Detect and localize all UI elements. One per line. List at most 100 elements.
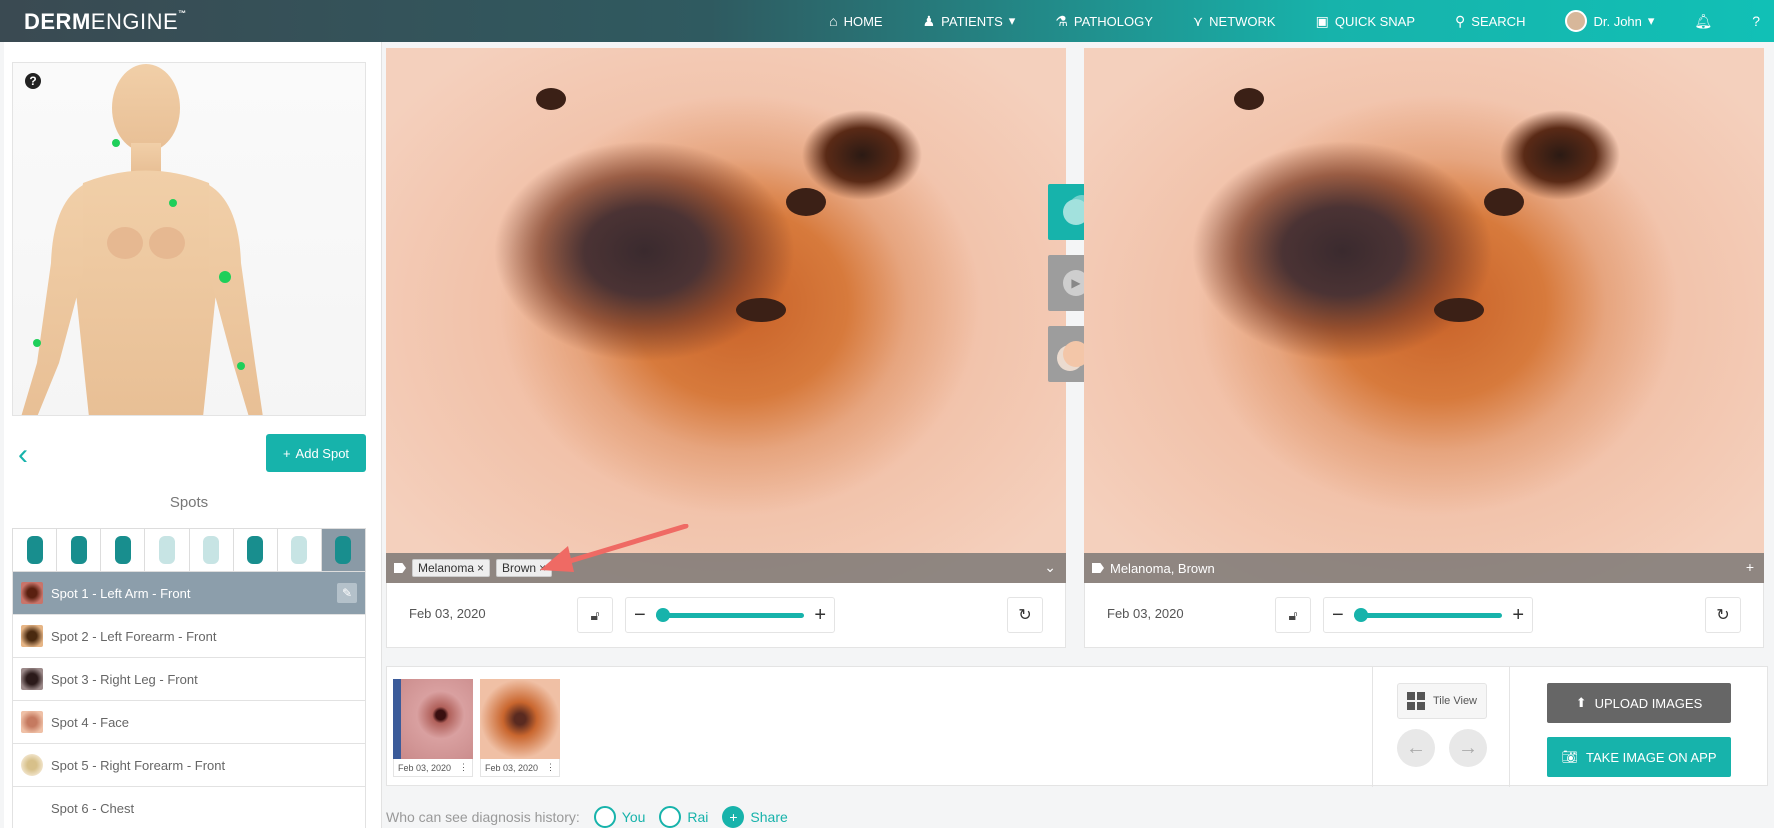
- region-torso[interactable]: [57, 529, 102, 571]
- nav-network[interactable]: ⋎ NETWORK: [1193, 13, 1276, 30]
- visibility-you[interactable]: You: [593, 806, 646, 828]
- zoom-slider[interactable]: [655, 607, 805, 622]
- viewer-controls: Feb 03, 2020 🔓︎ − + ↻: [386, 583, 1066, 648]
- plus-icon[interactable]: +: [1746, 559, 1754, 575]
- home-icon: ⌂: [829, 13, 838, 29]
- nav-pathology[interactable]: ⚗ PATHOLOGY: [1055, 13, 1153, 30]
- main-nav: ⌂ HOME ♟ PATIENTS ▾ ⚗ PATHOLOGY ⋎ NETWORK ▣ QU…: [789, 0, 1760, 42]
- brand-tm: ™: [178, 9, 187, 18]
- image-strip-panel: Feb 03, 2020 ⋮ Feb 03, 2020 ⋮ Tile View ← …: [386, 666, 1768, 787]
- viewer-controls: Feb 03, 2020 🔓︎ − + ↻: [1084, 583, 1764, 648]
- lock-button[interactable]: 🔓︎: [1275, 597, 1311, 633]
- back-chevron-icon[interactable]: ‹: [18, 440, 28, 470]
- tag-chip-label: Brown: [502, 561, 537, 575]
- help-icon[interactable]: ?: [25, 73, 41, 89]
- spot-label: Spot 2 - Left Forearm - Front: [51, 628, 217, 644]
- notifications-button[interactable]: 🔔︎: [1694, 13, 1712, 30]
- tile-view-button[interactable]: Tile View: [1397, 683, 1487, 719]
- tile-view-label: Tile View: [1432, 695, 1478, 707]
- microscope-icon: ⚗: [1055, 12, 1068, 29]
- list-item[interactable]: Spot 2 - Left Forearm - Front: [12, 615, 366, 658]
- more-options-icon[interactable]: ⋮: [459, 762, 468, 773]
- body-region-filter: [12, 528, 366, 572]
- quick-snap-icon: ▣: [1315, 12, 1329, 29]
- tag-icon: [1092, 563, 1104, 573]
- legs-icon: [158, 536, 175, 564]
- list-item[interactable]: Spot 1 - Left Arm - Front ✎: [12, 572, 366, 615]
- dermoscopy-image[interactable]: [1084, 48, 1764, 583]
- tag-chip-label: Melanoma: [418, 561, 475, 575]
- reset-button[interactable]: ↻: [1007, 597, 1043, 633]
- upload-images-button[interactable]: ⬆ UPLOAD IMAGES: [1547, 683, 1731, 723]
- share-button[interactable]: + Share: [722, 806, 788, 828]
- zoom-slider[interactable]: [1353, 607, 1503, 622]
- zoom-out-button[interactable]: −: [1332, 604, 1344, 627]
- spot-label: Spot 1 - Left Arm - Front: [51, 585, 191, 601]
- tag-icon: [394, 563, 406, 573]
- divider: [1372, 667, 1373, 787]
- list-item[interactable]: Spot 3 - Right Leg - Front: [12, 658, 366, 701]
- more-options-icon[interactable]: ⋮: [546, 762, 555, 773]
- nav-network-label: NETWORK: [1209, 13, 1276, 29]
- plus-icon: +: [722, 806, 745, 828]
- avatar: [1565, 10, 1588, 32]
- lock-icon: 🔓︎: [590, 606, 600, 623]
- zoom-in-button[interactable]: +: [1512, 604, 1524, 627]
- body-map[interactable]: ?: [12, 62, 366, 416]
- nav-search-label: SEARCH: [1471, 13, 1526, 29]
- region-pelvis[interactable]: [101, 529, 146, 571]
- zoom-out-button[interactable]: −: [634, 604, 646, 627]
- visibility-rai[interactable]: Rai: [659, 806, 708, 828]
- tag-chip[interactable]: Melanoma ×: [412, 559, 491, 577]
- zoom-slider-handle[interactable]: [1353, 607, 1368, 622]
- next-arrow-icon[interactable]: →: [1449, 729, 1487, 767]
- list-item[interactable]: Spot 6 - Chest: [12, 787, 366, 828]
- user-menu[interactable]: Dr. John ▾: [1565, 10, 1654, 32]
- camera-icon[interactable]: ✎: [337, 583, 357, 603]
- region-foot[interactable]: [277, 529, 322, 571]
- zoom-in-button[interactable]: +: [814, 604, 826, 627]
- list-item[interactable]: Spot 5 - Right Forearm - Front: [12, 744, 366, 787]
- list-item[interactable]: Spot 4 - Face: [12, 701, 366, 744]
- lower-legs-icon: [247, 536, 264, 564]
- thumbnail-date: Feb 03, 2020: [485, 762, 539, 773]
- torso-icon: [70, 536, 87, 564]
- close-icon[interactable]: ×: [477, 561, 484, 575]
- region-full-body[interactable]: [321, 529, 365, 571]
- help-button[interactable]: ?: [1752, 13, 1760, 29]
- nav-quick-snap[interactable]: ▣ QUICK SNAP: [1316, 13, 1415, 30]
- previous-arrow-icon[interactable]: ←: [1397, 729, 1435, 767]
- reset-button[interactable]: ↻: [1705, 597, 1741, 633]
- region-legs[interactable]: [145, 529, 190, 571]
- zoom-slider-handle[interactable]: [655, 607, 670, 622]
- nav-search[interactable]: ⚲ SEARCH: [1455, 13, 1525, 30]
- nav-patients-label: PATIENTS: [941, 13, 1003, 29]
- dermoscopy-image[interactable]: [386, 48, 1066, 583]
- thumbnail-caption: Feb 03, 2020 ⋮: [480, 759, 560, 777]
- you-label: You: [621, 809, 646, 825]
- chevron-down-icon[interactable]: ⌄: [1044, 559, 1056, 576]
- lock-button[interactable]: 🔓︎: [577, 597, 613, 633]
- head-icon: [26, 536, 43, 564]
- add-spot-button[interactable]: + Add Spot: [266, 434, 366, 472]
- spot-label: Spot 4 - Face: [51, 714, 130, 730]
- brand-logo[interactable]: DERMENGINE™: [24, 9, 187, 35]
- nav-quick-snap-label: QUICK SNAP: [1334, 13, 1416, 29]
- lesion-dot: [1434, 298, 1484, 322]
- region-hand[interactable]: [189, 529, 234, 571]
- nav-home-label: HOME: [843, 13, 883, 29]
- image-thumbnail[interactable]: Feb 03, 2020 ⋮: [480, 679, 560, 777]
- spot-thumbnail: [21, 754, 43, 776]
- add-spot-label: Add Spot: [295, 445, 350, 461]
- lesion-dot: [1484, 188, 1524, 216]
- patients-icon: ♟: [922, 12, 936, 29]
- take-image-button[interactable]: 📷︎ TAKE IMAGE ON APP: [1547, 737, 1731, 777]
- brand-thin: ENGINE: [90, 9, 179, 34]
- nav-patients[interactable]: ♟ PATIENTS ▾: [923, 13, 1016, 30]
- nav-home[interactable]: ⌂ HOME: [829, 13, 882, 29]
- region-lower-legs[interactable]: [233, 529, 278, 571]
- image-thumbnail[interactable]: Feb 03, 2020 ⋮: [393, 679, 473, 777]
- thumbnail-date: Feb 03, 2020: [398, 762, 452, 773]
- region-head[interactable]: [13, 529, 58, 571]
- hand-icon: [203, 536, 220, 564]
